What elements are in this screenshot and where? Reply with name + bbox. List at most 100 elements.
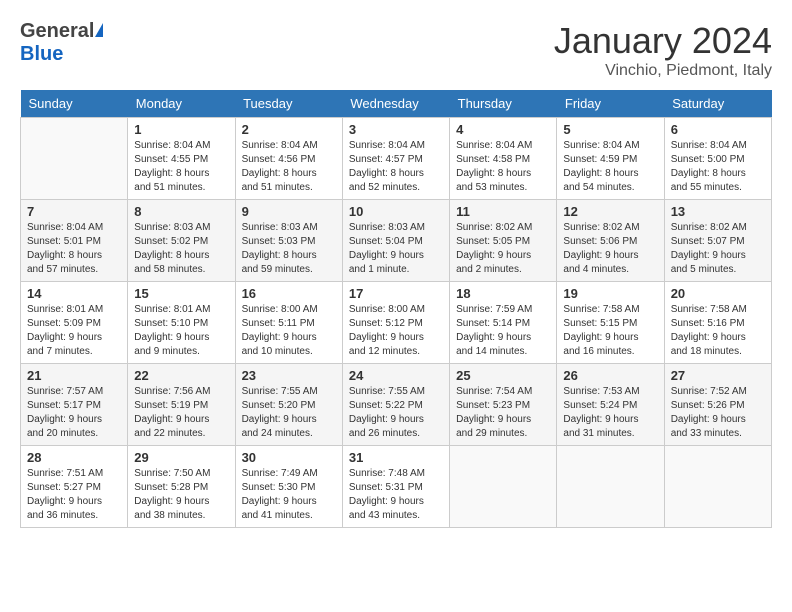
week-row-5: 28 Sunrise: 7:51 AM Sunset: 5:27 PM Dayli…: [21, 446, 772, 528]
calendar-table: SundayMondayTuesdayWednesdayThursdayFrid…: [20, 90, 772, 528]
calendar-cell: 25 Sunrise: 7:54 AM Sunset: 5:23 PM Dayli…: [450, 364, 557, 446]
cell-date-number: 25: [456, 368, 550, 383]
calendar-cell: 22 Sunrise: 7:56 AM Sunset: 5:19 PM Dayli…: [128, 364, 235, 446]
calendar-cell: 4 Sunrise: 8:04 AM Sunset: 4:58 PM Daylig…: [450, 118, 557, 200]
cell-date-number: 16: [242, 286, 336, 301]
cell-date-number: 9: [242, 204, 336, 219]
cell-info: Sunrise: 8:04 AM Sunset: 4:59 PM Dayligh…: [563, 139, 657, 195]
cell-date-number: 17: [349, 286, 443, 301]
calendar-cell: [664, 446, 771, 528]
calendar-cell: 19Sunrise: 7:58 AM Sunset: 5:15 PM Dayli…: [557, 282, 664, 364]
calendar-cell: 6Sunrise: 8:04 AM Sunset: 5:00 PM Daylig…: [664, 118, 771, 200]
week-row-1: 1 Sunrise: 8:04 AM Sunset: 4:55 PM Daylig…: [21, 118, 772, 200]
cell-info: Sunrise: 7:59 AM Sunset: 5:14 PM Dayligh…: [456, 303, 550, 359]
cell-date-number: 15: [134, 286, 228, 301]
cell-info: Sunrise: 7:51 AM Sunset: 5:27 PM Dayligh…: [27, 467, 121, 523]
title-area: January 2024 Vinchio, Piedmont, Italy: [554, 20, 772, 80]
calendar-cell: 2 Sunrise: 8:04 AM Sunset: 4:56 PM Daylig…: [235, 118, 342, 200]
cell-info: Sunrise: 7:58 AM Sunset: 5:15 PM Dayligh…: [563, 303, 657, 359]
cell-info: Sunrise: 8:01 AM Sunset: 5:10 PM Dayligh…: [134, 303, 228, 359]
cell-date-number: 20: [671, 286, 765, 301]
cell-date-number: 26: [563, 368, 657, 383]
cell-date-number: 28: [27, 450, 121, 465]
logo-triangle-icon: [95, 23, 103, 37]
week-row-2: 7 Sunrise: 8:04 AM Sunset: 5:01 PM Daylig…: [21, 200, 772, 282]
cell-info: Sunrise: 8:00 AM Sunset: 5:12 PM Dayligh…: [349, 303, 443, 359]
day-header-saturday: Saturday: [664, 90, 771, 118]
page-header: General Blue January 2024 Vinchio, Piedm…: [20, 20, 772, 80]
calendar-cell: 28 Sunrise: 7:51 AM Sunset: 5:27 PM Dayli…: [21, 446, 128, 528]
cell-date-number: 23: [242, 368, 336, 383]
cell-info: Sunrise: 8:03 AM Sunset: 5:04 PM Dayligh…: [349, 221, 443, 277]
week-row-3: 14Sunrise: 8:01 AM Sunset: 5:09 PM Dayli…: [21, 282, 772, 364]
cell-date-number: 22: [134, 368, 228, 383]
day-header-thursday: Thursday: [450, 90, 557, 118]
cell-info: Sunrise: 8:03 AM Sunset: 5:03 PM Dayligh…: [242, 221, 336, 277]
calendar-cell: 31 Sunrise: 7:48 AM Sunset: 5:31 PM Dayli…: [342, 446, 449, 528]
cell-info: Sunrise: 8:00 AM Sunset: 5:11 PM Dayligh…: [242, 303, 336, 359]
cell-date-number: 6: [671, 122, 765, 137]
calendar-cell: 21Sunrise: 7:57 AM Sunset: 5:17 PM Dayli…: [21, 364, 128, 446]
cell-info: Sunrise: 7:53 AM Sunset: 5:24 PM Dayligh…: [563, 385, 657, 441]
calendar-cell: 8 Sunrise: 8:03 AM Sunset: 5:02 PM Daylig…: [128, 200, 235, 282]
cell-info: Sunrise: 7:49 AM Sunset: 5:30 PM Dayligh…: [242, 467, 336, 523]
cell-info: Sunrise: 8:04 AM Sunset: 4:57 PM Dayligh…: [349, 139, 443, 195]
cell-date-number: 8: [134, 204, 228, 219]
day-header-friday: Friday: [557, 90, 664, 118]
cell-info: Sunrise: 7:54 AM Sunset: 5:23 PM Dayligh…: [456, 385, 550, 441]
logo: General Blue: [20, 20, 103, 66]
calendar-cell: 13Sunrise: 8:02 AM Sunset: 5:07 PM Dayli…: [664, 200, 771, 282]
calendar-cell: 7 Sunrise: 8:04 AM Sunset: 5:01 PM Daylig…: [21, 200, 128, 282]
cell-date-number: 7: [27, 204, 121, 219]
calendar-cell: 17 Sunrise: 8:00 AM Sunset: 5:12 PM Dayli…: [342, 282, 449, 364]
calendar-cell: 16 Sunrise: 8:00 AM Sunset: 5:11 PM Dayli…: [235, 282, 342, 364]
cell-info: Sunrise: 7:58 AM Sunset: 5:16 PM Dayligh…: [671, 303, 765, 359]
calendar-cell: [21, 118, 128, 200]
cell-date-number: 31: [349, 450, 443, 465]
calendar-cell: 11 Sunrise: 8:02 AM Sunset: 5:05 PM Dayli…: [450, 200, 557, 282]
cell-date-number: 29: [134, 450, 228, 465]
logo-general: General: [20, 20, 94, 43]
header-row: SundayMondayTuesdayWednesdayThursdayFrid…: [21, 90, 772, 118]
calendar-cell: 9 Sunrise: 8:03 AM Sunset: 5:03 PM Daylig…: [235, 200, 342, 282]
cell-date-number: 2: [242, 122, 336, 137]
cell-date-number: 1: [134, 122, 228, 137]
cell-info: Sunrise: 7:52 AM Sunset: 5:26 PM Dayligh…: [671, 385, 765, 441]
cell-date-number: 3: [349, 122, 443, 137]
calendar-cell: 26 Sunrise: 7:53 AM Sunset: 5:24 PM Dayli…: [557, 364, 664, 446]
cell-info: Sunrise: 8:02 AM Sunset: 5:05 PM Dayligh…: [456, 221, 550, 277]
cell-info: Sunrise: 8:02 AM Sunset: 5:07 PM Dayligh…: [671, 221, 765, 277]
cell-date-number: 4: [456, 122, 550, 137]
cell-info: Sunrise: 7:48 AM Sunset: 5:31 PM Dayligh…: [349, 467, 443, 523]
cell-info: Sunrise: 8:04 AM Sunset: 4:56 PM Dayligh…: [242, 139, 336, 195]
cell-info: Sunrise: 7:55 AM Sunset: 5:20 PM Dayligh…: [242, 385, 336, 441]
calendar-cell: 15 Sunrise: 8:01 AM Sunset: 5:10 PM Dayli…: [128, 282, 235, 364]
cell-info: Sunrise: 8:04 AM Sunset: 4:58 PM Dayligh…: [456, 139, 550, 195]
cell-date-number: 18: [456, 286, 550, 301]
cell-date-number: 5: [563, 122, 657, 137]
cell-date-number: 12: [563, 204, 657, 219]
day-header-monday: Monday: [128, 90, 235, 118]
cell-info: Sunrise: 7:56 AM Sunset: 5:19 PM Dayligh…: [134, 385, 228, 441]
calendar-cell: 5 Sunrise: 8:04 AM Sunset: 4:59 PM Daylig…: [557, 118, 664, 200]
cell-info: Sunrise: 8:04 AM Sunset: 5:01 PM Dayligh…: [27, 221, 121, 277]
calendar-cell: 3 Sunrise: 8:04 AM Sunset: 4:57 PM Daylig…: [342, 118, 449, 200]
cell-date-number: 11: [456, 204, 550, 219]
cell-date-number: 30: [242, 450, 336, 465]
calendar-cell: 29Sunrise: 7:50 AM Sunset: 5:28 PM Dayli…: [128, 446, 235, 528]
cell-date-number: 27: [671, 368, 765, 383]
day-header-wednesday: Wednesday: [342, 90, 449, 118]
cell-info: Sunrise: 8:04 AM Sunset: 4:55 PM Dayligh…: [134, 139, 228, 195]
calendar-cell: 23 Sunrise: 7:55 AM Sunset: 5:20 PM Dayli…: [235, 364, 342, 446]
day-header-sunday: Sunday: [21, 90, 128, 118]
cell-date-number: 14: [27, 286, 121, 301]
calendar-cell: [557, 446, 664, 528]
calendar-cell: 24Sunrise: 7:55 AM Sunset: 5:22 PM Dayli…: [342, 364, 449, 446]
calendar-cell: 14Sunrise: 8:01 AM Sunset: 5:09 PM Dayli…: [21, 282, 128, 364]
calendar-cell: 18 Sunrise: 7:59 AM Sunset: 5:14 PM Dayli…: [450, 282, 557, 364]
cell-date-number: 10: [349, 204, 443, 219]
calendar-cell: [450, 446, 557, 528]
calendar-cell: 1 Sunrise: 8:04 AM Sunset: 4:55 PM Daylig…: [128, 118, 235, 200]
cell-info: Sunrise: 8:03 AM Sunset: 5:02 PM Dayligh…: [134, 221, 228, 277]
week-row-4: 21Sunrise: 7:57 AM Sunset: 5:17 PM Dayli…: [21, 364, 772, 446]
